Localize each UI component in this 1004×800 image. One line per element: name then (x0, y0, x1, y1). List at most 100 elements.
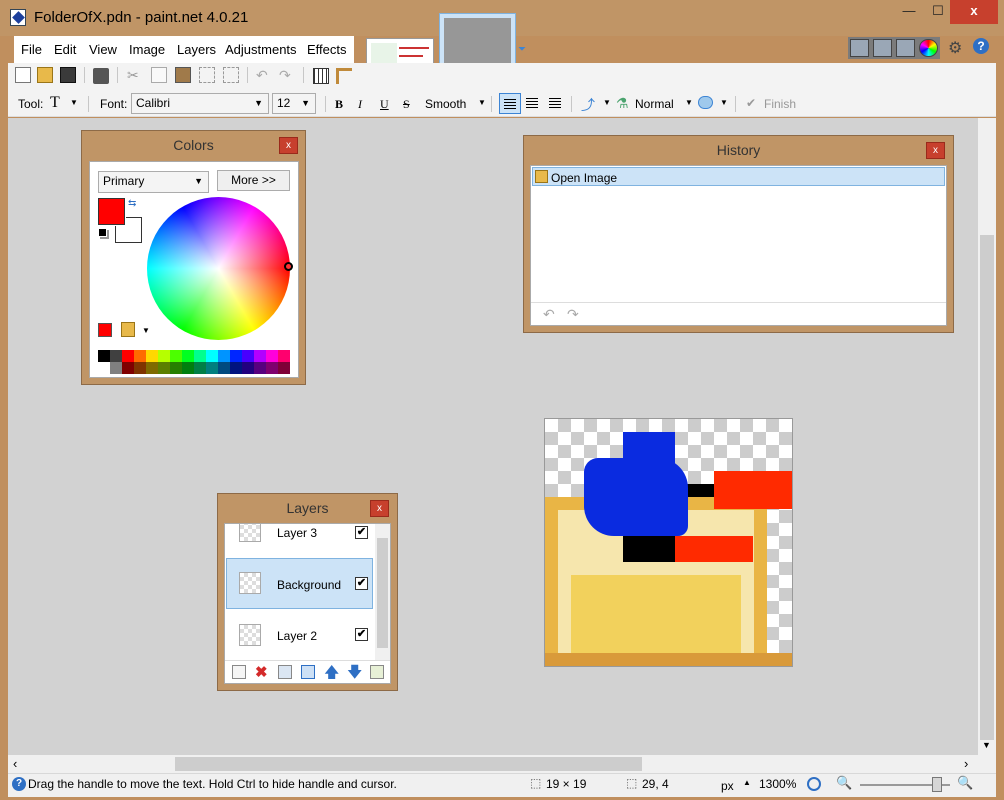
menu-layers[interactable]: Layers (177, 42, 216, 57)
menu-view[interactable]: View (89, 42, 117, 57)
crop-icon[interactable] (199, 67, 215, 83)
bold-button[interactable]: B (335, 97, 343, 112)
palette-swatch[interactable] (98, 350, 110, 362)
align-left-icon[interactable] (499, 93, 521, 114)
palette-swatch[interactable] (242, 362, 254, 374)
antialiasing-select[interactable]: Smooth (425, 97, 466, 111)
color-wheel[interactable] (147, 197, 290, 340)
menu-edit[interactable]: Edit (54, 42, 76, 57)
selection-clipping-icon[interactable] (698, 96, 713, 109)
zoom-out-icon[interactable]: 🔍 (836, 775, 852, 791)
antialias-curve-dropdown-icon[interactable]: ▼ (603, 98, 611, 107)
scroll-down-icon[interactable]: ▼ (982, 740, 991, 750)
deselect-icon[interactable] (223, 67, 239, 83)
horizontal-scroll-thumb[interactable] (175, 757, 642, 771)
palette-swatch[interactable] (182, 362, 194, 374)
layer-visibility-checkbox[interactable]: ✔ (355, 628, 368, 641)
palette-swatch[interactable] (242, 350, 254, 362)
delete-layer-icon[interactable]: ✖ (255, 663, 268, 681)
palette-swatch[interactable] (278, 350, 290, 362)
merge-layer-down-icon[interactable] (301, 665, 315, 679)
scroll-right-icon[interactable]: › (964, 756, 968, 771)
underline-button[interactable]: U (380, 97, 389, 112)
reset-colors-icon[interactable] (98, 228, 107, 237)
palette-swatch[interactable] (230, 350, 242, 362)
more-colors-button[interactable]: More >> (217, 170, 290, 191)
grid-icon[interactable] (313, 68, 329, 84)
palette-swatch[interactable] (170, 350, 182, 362)
colors-window-icon[interactable] (919, 39, 938, 57)
align-center-icon[interactable] (526, 98, 538, 99)
palette-swatch[interactable] (146, 362, 158, 374)
tools-window-icon[interactable] (850, 39, 869, 57)
palette-swatch[interactable] (254, 350, 266, 362)
units-select[interactable]: px (721, 779, 734, 793)
palette-swatch[interactable] (278, 362, 290, 374)
zoom-level[interactable]: 1300% (759, 777, 796, 791)
units-dropdown-icon[interactable]: ▲ (743, 778, 751, 787)
layer-properties-icon[interactable] (370, 665, 384, 679)
color-mode-select[interactable]: Primary ▼ (98, 171, 209, 193)
antialias-dropdown-arrow-icon[interactable]: ▼ (478, 98, 486, 107)
palette-swatch[interactable] (110, 350, 122, 362)
layers-scroll-thumb[interactable] (377, 538, 388, 648)
palette-row-top[interactable] (98, 350, 290, 362)
paste-icon[interactable] (175, 67, 191, 83)
palette-swatch[interactable] (194, 350, 206, 362)
layer-visibility-checkbox[interactable]: ✔ (355, 526, 368, 539)
clipping-dropdown-icon[interactable]: ▼ (720, 98, 728, 107)
palette-swatch[interactable] (206, 350, 218, 362)
undo-icon[interactable]: ↶ (256, 67, 272, 83)
strikethrough-button[interactable]: S (403, 97, 410, 112)
antialias-curve-icon[interactable]: ⤴ (581, 95, 595, 115)
add-layer-icon[interactable] (232, 665, 246, 679)
color-wheel-picker-handle[interactable] (284, 262, 293, 271)
palette-swatch[interactable] (182, 350, 194, 362)
palette-swatch[interactable] (122, 362, 134, 374)
palette-swatch[interactable] (170, 362, 182, 374)
new-image-icon[interactable] (15, 67, 31, 83)
blend-mode-dropdown-icon[interactable]: ▼ (685, 98, 693, 107)
palette-dropdown-icon[interactable]: ▼ (142, 326, 150, 335)
history-window-icon[interactable] (873, 39, 892, 57)
help-icon[interactable]: ? (973, 38, 989, 54)
duplicate-layer-icon[interactable] (278, 665, 292, 679)
add-to-palette-icon[interactable] (98, 323, 112, 337)
text-tool-icon[interactable]: T (50, 94, 60, 112)
menu-image[interactable]: Image (129, 42, 165, 57)
zoom-slider-thumb[interactable] (932, 777, 942, 792)
palette-swatch[interactable] (194, 362, 206, 374)
palette-swatch[interactable] (218, 350, 230, 362)
menu-adjustments[interactable]: Adjustments (225, 42, 297, 57)
palette-swatch[interactable] (158, 350, 170, 362)
redo-icon[interactable]: ↷ (279, 67, 295, 83)
palette-swatch[interactable] (158, 362, 170, 374)
image-canvas[interactable] (544, 418, 793, 667)
zoom-to-window-icon[interactable] (807, 777, 821, 791)
align-right-icon[interactable] (549, 98, 561, 99)
tool-dropdown-arrow-icon[interactable]: ▼ (70, 98, 78, 107)
font-size-select[interactable]: 12 ▼ (272, 93, 316, 114)
palette-swatch[interactable] (266, 350, 278, 362)
palette-swatch[interactable] (134, 362, 146, 374)
save-icon[interactable] (60, 67, 76, 83)
palette-swatch[interactable] (266, 362, 278, 374)
primary-color-swatch[interactable] (97, 197, 126, 226)
palette-menu-icon[interactable] (121, 322, 135, 337)
layers-close-button[interactable]: x (370, 500, 389, 517)
font-family-select[interactable]: Calibri ▼ (131, 93, 269, 114)
layer-row[interactable]: Layer 2 ✔ (225, 610, 373, 660)
cut-icon[interactable]: ✂ (127, 67, 143, 83)
palette-row-bottom[interactable] (98, 362, 290, 374)
scroll-left-icon[interactable]: ‹ (13, 756, 17, 771)
open-folder-icon[interactable] (37, 67, 53, 83)
layers-scrollbar[interactable] (375, 524, 390, 660)
copy-icon[interactable] (151, 67, 167, 83)
print-icon[interactable] (93, 68, 109, 84)
layer-row-selected[interactable]: Background ✔ (226, 558, 373, 609)
palette-swatch[interactable] (98, 362, 110, 374)
palette-swatch[interactable] (122, 350, 134, 362)
italic-button[interactable]: I (358, 97, 362, 112)
vertical-scroll-thumb[interactable] (980, 235, 994, 740)
tabs-dropdown-icon[interactable]: ⏷ (518, 44, 529, 55)
